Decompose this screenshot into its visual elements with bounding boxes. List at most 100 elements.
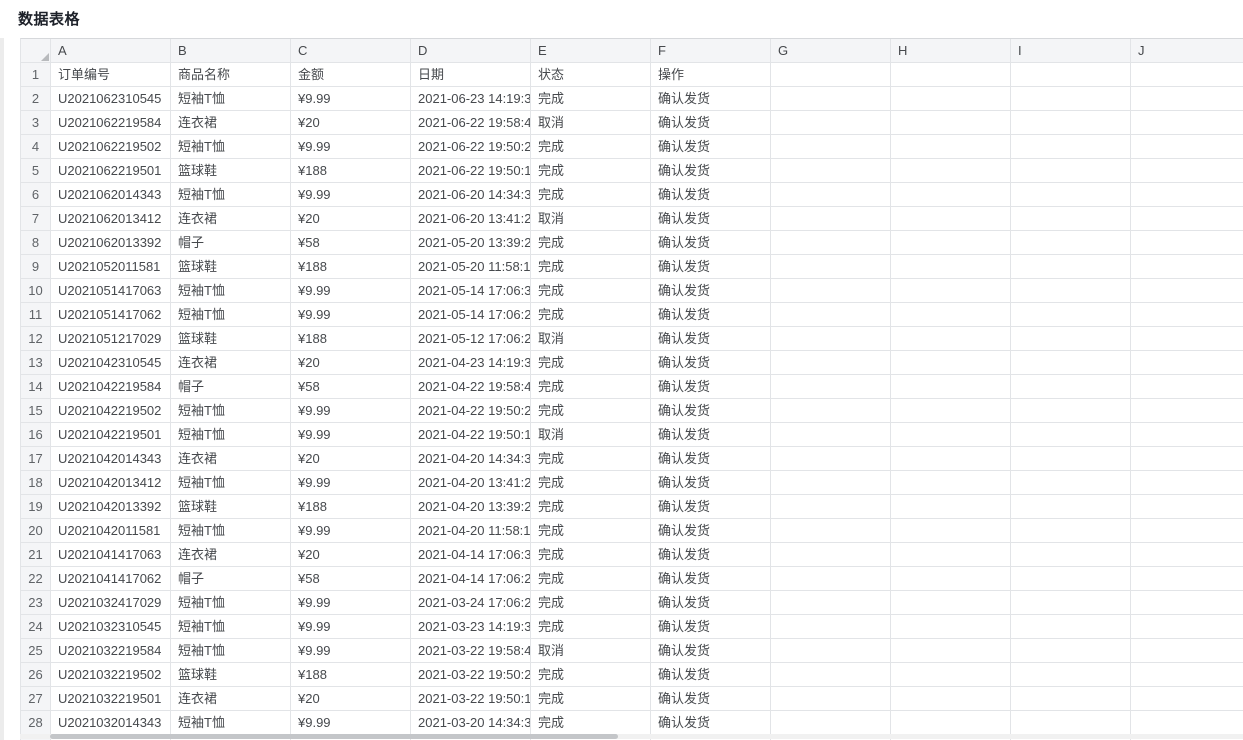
cell[interactable]	[1011, 519, 1131, 543]
cell[interactable]: U2021042013392	[51, 495, 171, 519]
cell[interactable]	[1011, 159, 1131, 183]
cell[interactable]: ¥9.99	[291, 303, 411, 327]
cell[interactable]: 2021-06-22 19:50:2	[411, 135, 531, 159]
cell[interactable]	[1131, 183, 1243, 207]
cell[interactable]	[1011, 351, 1131, 375]
column-header-B[interactable]: B	[171, 39, 291, 63]
cell[interactable]: 确认发货	[651, 567, 771, 591]
cell[interactable]: 完成	[531, 519, 651, 543]
cell[interactable]: 状态	[531, 63, 651, 87]
horizontal-scrollbar-thumb[interactable]	[50, 734, 618, 739]
cell[interactable]: ¥9.99	[291, 399, 411, 423]
cell[interactable]	[771, 375, 891, 399]
cell[interactable]	[891, 687, 1011, 711]
cell[interactable]: 2021-04-22 19:50:2	[411, 399, 531, 423]
cell[interactable]: 确认发货	[651, 687, 771, 711]
cell[interactable]	[891, 471, 1011, 495]
cell[interactable]: U2021041417063	[51, 543, 171, 567]
cell[interactable]: 完成	[531, 711, 651, 735]
cell[interactable]: 确认发货	[651, 207, 771, 231]
row-number[interactable]: 4	[21, 135, 51, 159]
cell[interactable]	[1011, 375, 1131, 399]
cell[interactable]: 帽子	[171, 231, 291, 255]
row-number[interactable]: 18	[21, 471, 51, 495]
cell[interactable]: 篮球鞋	[171, 495, 291, 519]
cell[interactable]	[771, 711, 891, 735]
cell[interactable]: 确认发货	[651, 351, 771, 375]
cell[interactable]	[891, 495, 1011, 519]
cell[interactable]: ¥20	[291, 687, 411, 711]
row-number[interactable]: 21	[21, 543, 51, 567]
cell[interactable]: 短袖T恤	[171, 303, 291, 327]
cell[interactable]	[1011, 183, 1131, 207]
cell[interactable]: U2021062013392	[51, 231, 171, 255]
column-header-F[interactable]: F	[651, 39, 771, 63]
cell[interactable]: 完成	[531, 495, 651, 519]
cell[interactable]	[1011, 231, 1131, 255]
cell[interactable]: U2021032219501	[51, 687, 171, 711]
cell[interactable]: ¥188	[291, 159, 411, 183]
cell[interactable]	[891, 591, 1011, 615]
cell[interactable]	[891, 255, 1011, 279]
cell[interactable]: 2021-03-24 17:06:2	[411, 591, 531, 615]
cell[interactable]: 完成	[531, 375, 651, 399]
cell[interactable]: 2021-03-23 14:19:3	[411, 615, 531, 639]
cell[interactable]	[891, 663, 1011, 687]
cell[interactable]	[1131, 135, 1243, 159]
cell[interactable]: 完成	[531, 183, 651, 207]
cell[interactable]: U2021062310545	[51, 87, 171, 111]
cell[interactable]	[1131, 663, 1243, 687]
cell[interactable]: U2021062013412	[51, 207, 171, 231]
cell[interactable]: 金额	[291, 63, 411, 87]
row-number[interactable]: 27	[21, 687, 51, 711]
cell[interactable]: 短袖T恤	[171, 471, 291, 495]
cell[interactable]	[1131, 447, 1243, 471]
cell[interactable]: 2021-03-22 19:50:2	[411, 663, 531, 687]
cell[interactable]	[1011, 423, 1131, 447]
cell[interactable]	[771, 231, 891, 255]
cell[interactable]	[771, 399, 891, 423]
cell[interactable]	[891, 447, 1011, 471]
cell[interactable]: 完成	[531, 255, 651, 279]
cell[interactable]: ¥9.99	[291, 591, 411, 615]
cell[interactable]: U2021042014343	[51, 447, 171, 471]
cell[interactable]	[1131, 615, 1243, 639]
cell[interactable]: ¥9.99	[291, 471, 411, 495]
cell[interactable]: 完成	[531, 159, 651, 183]
cell[interactable]: ¥20	[291, 447, 411, 471]
cell[interactable]: 短袖T恤	[171, 423, 291, 447]
cell[interactable]	[1131, 231, 1243, 255]
cell[interactable]: 2021-05-12 17:06:2	[411, 327, 531, 351]
cell[interactable]	[1011, 495, 1131, 519]
cell[interactable]	[771, 63, 891, 87]
cell[interactable]: 取消	[531, 423, 651, 447]
cell[interactable]	[771, 279, 891, 303]
cell[interactable]	[1131, 711, 1243, 735]
cell[interactable]: 2021-06-22 19:50:1	[411, 159, 531, 183]
cell[interactable]: 完成	[531, 279, 651, 303]
row-number[interactable]: 3	[21, 111, 51, 135]
row-number[interactable]: 13	[21, 351, 51, 375]
cell[interactable]	[1131, 495, 1243, 519]
cell[interactable]: U2021032310545	[51, 615, 171, 639]
row-number[interactable]: 1	[21, 63, 51, 87]
cell[interactable]: 2021-04-20 13:39:2	[411, 495, 531, 519]
cell[interactable]: 确认发货	[651, 615, 771, 639]
cell[interactable]	[1131, 471, 1243, 495]
cell[interactable]: U2021032417029	[51, 591, 171, 615]
row-number[interactable]: 5	[21, 159, 51, 183]
cell[interactable]	[1011, 399, 1131, 423]
cell[interactable]: 确认发货	[651, 87, 771, 111]
cell[interactable]: U2021051217029	[51, 327, 171, 351]
cell[interactable]: 完成	[531, 399, 651, 423]
row-number[interactable]: 9	[21, 255, 51, 279]
cell[interactable]: ¥9.99	[291, 639, 411, 663]
cell[interactable]: 完成	[531, 663, 651, 687]
row-number[interactable]: 16	[21, 423, 51, 447]
row-number[interactable]: 25	[21, 639, 51, 663]
cell[interactable]: 2021-05-20 13:39:2	[411, 231, 531, 255]
cell[interactable]	[891, 399, 1011, 423]
cell[interactable]: 短袖T恤	[171, 279, 291, 303]
cell[interactable]	[771, 423, 891, 447]
cell[interactable]: 2021-05-14 17:06:3	[411, 279, 531, 303]
